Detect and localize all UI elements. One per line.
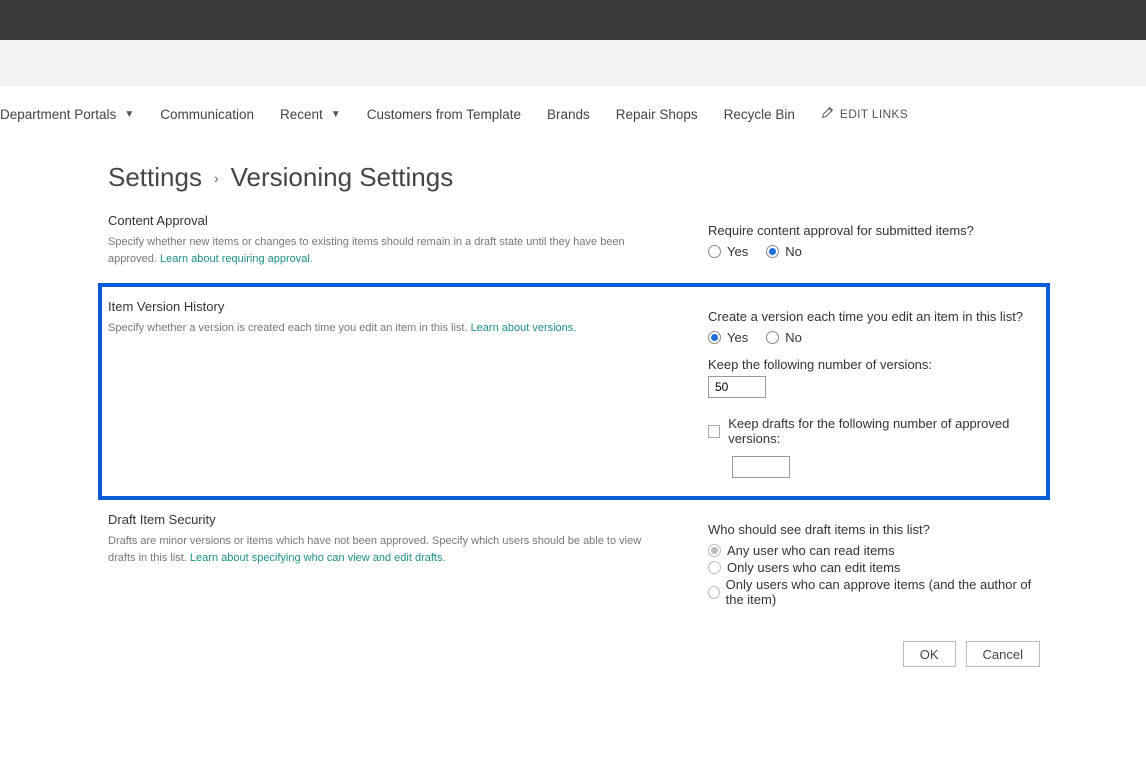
nav-item-communication[interactable]: Communication	[160, 107, 254, 122]
nav-label: Repair Shops	[616, 107, 698, 122]
nav-item-brands[interactable]: Brands	[547, 107, 590, 122]
radio-icon	[708, 245, 721, 258]
nav-item-department-portals[interactable]: Department Portals ▼	[0, 107, 134, 122]
edit-links-button[interactable]: EDIT LINKS	[821, 106, 908, 122]
keep-drafts-checkbox[interactable]	[708, 425, 720, 438]
section-title: Content Approval	[108, 213, 668, 228]
desc-text: Specify whether a version is created eac…	[108, 322, 471, 334]
radio-icon	[766, 331, 779, 344]
ribbon-bar	[0, 40, 1146, 86]
pencil-icon	[821, 106, 834, 122]
section-description: Drafts are minor versions or items which…	[108, 533, 668, 566]
nav-item-repair-shops[interactable]: Repair Shops	[616, 107, 698, 122]
nav-label: Customers from Template	[367, 107, 521, 122]
suite-bar	[0, 0, 1146, 40]
section-content-approval: Content Approval Specify whether new ite…	[108, 199, 1040, 285]
ok-button[interactable]: OK	[903, 641, 956, 667]
chevron-down-icon: ▼	[124, 109, 134, 120]
versioning-yes-radio[interactable]: Yes	[708, 330, 748, 345]
edit-links-label: EDIT LINKS	[840, 107, 908, 121]
draft-any-reader-radio: Any user who can read items	[708, 543, 895, 558]
breadcrumb-separator-icon: ›	[214, 170, 219, 186]
radio-icon	[708, 331, 721, 344]
nav-item-recycle-bin[interactable]: Recycle Bin	[724, 107, 795, 122]
keep-drafts-input[interactable]	[732, 456, 790, 478]
page-title: Versioning Settings	[231, 162, 454, 193]
keep-versions-input[interactable]	[708, 376, 766, 398]
section-description: Specify whether new items or changes to …	[108, 234, 668, 267]
draft-editors-radio: Only users who can edit items	[708, 560, 900, 575]
approval-no-radio[interactable]: No	[766, 244, 802, 259]
nav-label: Recycle Bin	[724, 107, 795, 122]
approval-yes-radio[interactable]: Yes	[708, 244, 748, 259]
radio-label: No	[785, 244, 802, 259]
radio-label: Yes	[727, 244, 748, 259]
radio-icon	[708, 544, 721, 557]
radio-icon	[708, 586, 720, 599]
breadcrumb-root[interactable]: Settings	[108, 162, 202, 193]
nav-item-recent[interactable]: Recent ▼	[280, 107, 341, 122]
section-draft-security: Draft Item Security Drafts are minor ver…	[108, 498, 1040, 623]
learn-versions-link[interactable]: Learn about versions.	[471, 322, 577, 334]
nav-label: Communication	[160, 107, 254, 122]
cancel-button[interactable]: Cancel	[966, 641, 1040, 667]
section-title: Item Version History	[108, 299, 668, 314]
nav-label: Brands	[547, 107, 590, 122]
draft-security-question: Who should see draft items in this list?	[708, 522, 1040, 537]
section-description: Specify whether a version is created eac…	[108, 320, 668, 337]
top-nav: Department Portals ▼ Communication Recen…	[0, 86, 1146, 142]
radio-icon	[708, 561, 721, 574]
radio-label: Only users who can edit items	[727, 560, 900, 575]
page-content: Settings › Versioning Settings Content A…	[0, 142, 1040, 707]
learn-drafts-link[interactable]: Learn about specifying who can view and …	[190, 552, 446, 564]
radio-label: No	[785, 330, 802, 345]
breadcrumb: Settings › Versioning Settings	[108, 162, 1040, 193]
versioning-no-radio[interactable]: No	[766, 330, 802, 345]
radio-label: Any user who can read items	[727, 543, 895, 558]
section-title: Draft Item Security	[108, 512, 668, 527]
section-version-history: Item Version History Specify whether a v…	[100, 285, 1048, 498]
radio-label: Only users who can approve items (and th…	[726, 577, 1040, 607]
approval-question: Require content approval for submitted i…	[708, 223, 1040, 238]
draft-approvers-radio: Only users who can approve items (and th…	[708, 577, 1040, 607]
keep-drafts-label: Keep drafts for the following number of …	[728, 416, 1040, 446]
chevron-down-icon: ▼	[331, 109, 341, 120]
versioning-question: Create a version each time you edit an i…	[708, 309, 1040, 324]
radio-icon	[766, 245, 779, 258]
learn-approval-link[interactable]: Learn about requiring approval.	[160, 253, 313, 265]
keep-versions-label: Keep the following number of versions:	[708, 357, 1040, 372]
form-buttons: OK Cancel	[108, 623, 1040, 667]
radio-label: Yes	[727, 330, 748, 345]
nav-label: Recent	[280, 107, 323, 122]
nav-item-customers-from-template[interactable]: Customers from Template	[367, 107, 521, 122]
nav-label: Department Portals	[0, 107, 116, 122]
